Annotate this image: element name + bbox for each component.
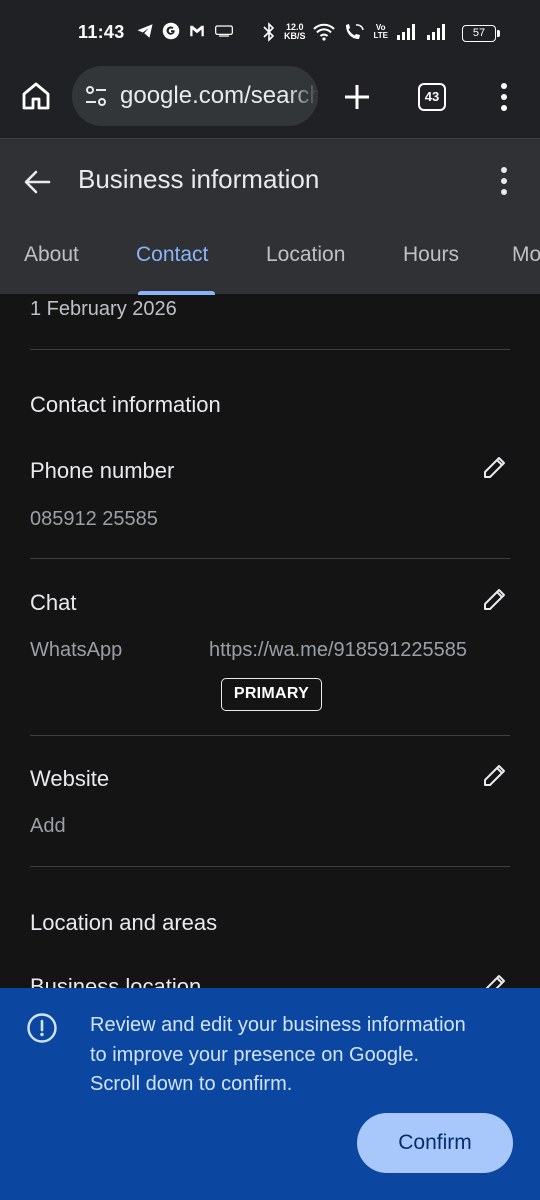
wifi-icon: [313, 23, 336, 41]
status-time: 11:43: [78, 22, 125, 42]
telegram-icon: [137, 24, 153, 38]
signal-icon-sim1: [397, 24, 415, 40]
website-label: Website: [30, 766, 110, 791]
chat-link: https://wa.me/918591225585: [209, 639, 467, 661]
phone-value: 085912 25585: [30, 508, 158, 530]
bluetooth-icon: [263, 22, 275, 42]
divider: [30, 866, 510, 867]
divider: [30, 735, 510, 736]
content-area[interactable]: 1 February 2026 Contact information Phon…: [0, 294, 540, 988]
address-bar[interactable]: google.com/search: [72, 66, 318, 126]
status-bar: 11:43 12.0 KB/S Vo LTE 57: [0, 0, 540, 62]
more-vert-icon[interactable]: [496, 82, 512, 112]
arrow-back-icon[interactable]: [22, 167, 52, 197]
banner-text-line2: to improve your presence on Google.: [90, 1044, 420, 1066]
url-fade: [288, 66, 318, 126]
contact-section-title: Contact information: [30, 392, 221, 417]
tune-icon[interactable]: [84, 84, 108, 108]
date-text: 1 February 2026: [30, 298, 177, 320]
tab-bar: About Contact Location Hours More: [0, 237, 540, 295]
battery-indicator: 57: [462, 25, 500, 42]
review-banner: Review and edit your business informatio…: [0, 988, 540, 1200]
business-location-label: Business location: [30, 974, 202, 988]
primary-badge: PRIMARY: [221, 678, 322, 711]
website-value[interactable]: Add: [30, 815, 66, 838]
chat-app: WhatsApp: [30, 639, 123, 661]
info-icon: [27, 1013, 57, 1043]
system-icons: 12.0 KB/S Vo LTE: [262, 22, 448, 42]
tab-more[interactable]: More: [512, 243, 540, 267]
banner-text-line1: Review and edit your business informatio…: [90, 1014, 466, 1036]
home-icon[interactable]: [20, 80, 52, 112]
edit-location-pencil-icon[interactable]: [482, 972, 508, 988]
app-header: Business information About Contact Locat…: [0, 138, 540, 295]
tab-hours[interactable]: Hours: [403, 243, 459, 267]
confirm-button[interactable]: Confirm: [357, 1113, 513, 1173]
banner-text-line3: Scroll down to confirm.: [90, 1073, 293, 1095]
edit-phone-pencil-icon[interactable]: [482, 454, 508, 480]
google-icon: [162, 22, 180, 40]
signal-icon-sim2: [427, 24, 445, 40]
tab-contact[interactable]: Contact: [136, 243, 208, 267]
more-vert-icon[interactable]: [496, 165, 512, 197]
chat-label: Chat: [30, 590, 77, 615]
app-notification-icon: [215, 25, 233, 37]
browser-toolbar: google.com/search 43: [0, 62, 540, 138]
tab-about[interactable]: About: [24, 243, 79, 267]
tab-switcher-button[interactable]: 43: [418, 83, 446, 111]
gmail-icon: [190, 25, 204, 37]
tab-location[interactable]: Location: [266, 243, 345, 267]
divider: [30, 558, 510, 559]
plus-icon[interactable]: [342, 82, 372, 112]
edit-chat-pencil-icon[interactable]: [482, 586, 508, 612]
volte-indicator: Vo LTE: [373, 23, 388, 40]
wifi-calling-icon: [346, 24, 365, 39]
divider: [30, 349, 510, 350]
location-section-title: Location and areas: [30, 910, 218, 935]
phone-label: Phone number: [30, 458, 175, 483]
edit-website-pencil-icon[interactable]: [482, 762, 508, 788]
network-speed: 12.0 KB/S: [283, 22, 306, 41]
notification-icons: [136, 22, 234, 40]
page-title: Business information: [78, 164, 320, 194]
